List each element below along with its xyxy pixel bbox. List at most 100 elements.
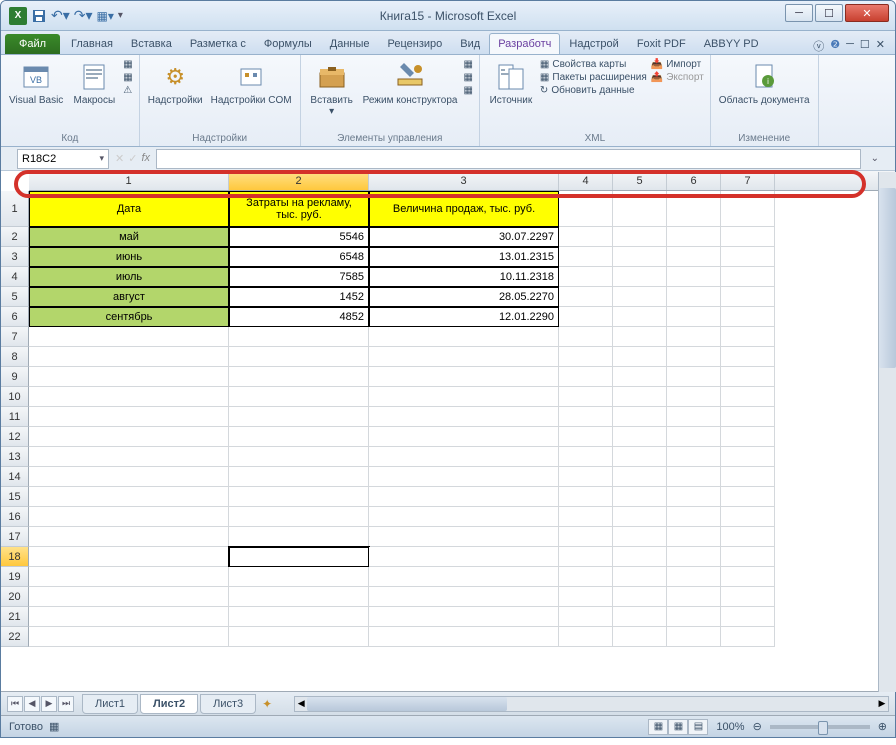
cell[interactable] bbox=[667, 247, 721, 267]
cell[interactable] bbox=[369, 407, 559, 427]
cell[interactable] bbox=[721, 587, 775, 607]
cell[interactable] bbox=[559, 427, 613, 447]
cell[interactable] bbox=[721, 567, 775, 587]
cell[interactable]: сентябрь bbox=[29, 307, 229, 327]
macro-security-icon[interactable]: ⚠ bbox=[123, 85, 132, 96]
cell[interactable] bbox=[369, 627, 559, 647]
tab-developer[interactable]: Разработч bbox=[489, 33, 560, 54]
cell[interactable] bbox=[229, 347, 369, 367]
cell[interactable] bbox=[369, 547, 559, 567]
cell[interactable] bbox=[559, 267, 613, 287]
cell[interactable] bbox=[667, 427, 721, 447]
cell[interactable] bbox=[229, 547, 369, 567]
cell[interactable] bbox=[369, 367, 559, 387]
enter-icon[interactable]: ✓ bbox=[128, 152, 137, 165]
column-header[interactable]: 6 bbox=[667, 171, 721, 190]
tab-formulas[interactable]: Формулы bbox=[255, 33, 321, 54]
name-box-dropdown-icon[interactable]: ▾ bbox=[99, 153, 104, 164]
cell[interactable] bbox=[229, 527, 369, 547]
cell[interactable]: июнь bbox=[29, 247, 229, 267]
sheet-tab[interactable]: Лист1 bbox=[82, 694, 138, 714]
column-header[interactable]: 7 bbox=[721, 171, 775, 190]
cell[interactable] bbox=[29, 367, 229, 387]
cell[interactable] bbox=[613, 567, 667, 587]
cell[interactable] bbox=[721, 227, 775, 247]
com-addins-button[interactable]: Надстройки COM bbox=[209, 59, 294, 108]
column-header[interactable]: 3 bbox=[369, 171, 559, 190]
cell[interactable] bbox=[29, 327, 229, 347]
tab-home[interactable]: Главная bbox=[62, 33, 122, 54]
row-header[interactable]: 20 bbox=[1, 587, 29, 607]
cell[interactable] bbox=[559, 327, 613, 347]
cell[interactable] bbox=[29, 407, 229, 427]
row-header[interactable]: 13 bbox=[1, 447, 29, 467]
visual-basic-button[interactable]: VB Visual Basic bbox=[7, 59, 65, 108]
tab-layout[interactable]: Разметка с bbox=[181, 33, 255, 54]
formula-bar[interactable] bbox=[156, 149, 861, 169]
cell[interactable] bbox=[721, 427, 775, 447]
cell[interactable] bbox=[29, 627, 229, 647]
cell[interactable] bbox=[369, 527, 559, 547]
cell[interactable] bbox=[369, 327, 559, 347]
row-header[interactable]: 19 bbox=[1, 567, 29, 587]
cell[interactable] bbox=[369, 427, 559, 447]
new-sheet-icon[interactable]: ✦ bbox=[262, 697, 272, 711]
cell[interactable] bbox=[559, 367, 613, 387]
row-header[interactable]: 2 bbox=[1, 227, 29, 247]
cell[interactable] bbox=[667, 387, 721, 407]
addins-button[interactable]: ⚙ Надстройки bbox=[146, 59, 205, 108]
cell[interactable] bbox=[559, 287, 613, 307]
macro-record-icon[interactable]: ▦ bbox=[49, 720, 59, 733]
cell[interactable] bbox=[721, 507, 775, 527]
cell[interactable]: август bbox=[29, 287, 229, 307]
row-header[interactable]: 9 bbox=[1, 367, 29, 387]
row-header[interactable]: 1 bbox=[1, 191, 29, 227]
row-header[interactable]: 17 bbox=[1, 527, 29, 547]
row-header[interactable]: 10 bbox=[1, 387, 29, 407]
cell[interactable] bbox=[667, 267, 721, 287]
cell[interactable] bbox=[29, 527, 229, 547]
cell[interactable] bbox=[667, 327, 721, 347]
row-header[interactable]: 6 bbox=[1, 307, 29, 327]
cell[interactable]: 6548 bbox=[229, 247, 369, 267]
cell[interactable] bbox=[721, 527, 775, 547]
cell[interactable] bbox=[613, 287, 667, 307]
last-sheet-icon[interactable]: ⏭ bbox=[58, 696, 74, 712]
cell[interactable] bbox=[369, 587, 559, 607]
cell[interactable] bbox=[559, 607, 613, 627]
qat-item-icon[interactable]: ▦▾ bbox=[97, 9, 114, 23]
column-header[interactable]: 5 bbox=[613, 171, 667, 190]
column-header[interactable]: 2 bbox=[229, 171, 369, 190]
name-box[interactable]: R18C2 ▾ bbox=[17, 149, 109, 169]
cell[interactable] bbox=[369, 447, 559, 467]
cell[interactable] bbox=[667, 407, 721, 427]
cell[interactable] bbox=[229, 387, 369, 407]
document-panel-button[interactable]: i Область документа bbox=[717, 59, 812, 108]
cell[interactable]: 10.11.2318 bbox=[369, 267, 559, 287]
expand-formula-bar-icon[interactable]: ⌄ bbox=[871, 153, 879, 164]
view-code-icon[interactable]: ▦ bbox=[463, 72, 472, 83]
cell[interactable] bbox=[721, 267, 775, 287]
use-relative-icon[interactable]: ▦ bbox=[123, 72, 132, 83]
cell[interactable] bbox=[721, 407, 775, 427]
workbook-min-icon[interactable]: ─ bbox=[846, 38, 854, 54]
tab-insert[interactable]: Вставка bbox=[122, 33, 181, 54]
column-header[interactable]: 4 bbox=[559, 171, 613, 190]
import-button[interactable]: 📥 Импорт bbox=[651, 59, 704, 70]
row-header[interactable]: 8 bbox=[1, 347, 29, 367]
cell[interactable] bbox=[369, 507, 559, 527]
cell[interactable] bbox=[667, 527, 721, 547]
cell[interactable] bbox=[667, 487, 721, 507]
row-header[interactable]: 14 bbox=[1, 467, 29, 487]
next-sheet-icon[interactable]: ▶ bbox=[41, 696, 57, 712]
cell[interactable] bbox=[613, 191, 667, 227]
page-layout-view-icon[interactable]: ▦ bbox=[668, 719, 688, 735]
column-header[interactable]: 1 bbox=[29, 171, 229, 190]
qat-dropdown-icon[interactable]: ▾ bbox=[118, 10, 123, 21]
row-header[interactable]: 11 bbox=[1, 407, 29, 427]
workbook-restore-icon[interactable]: ☐ bbox=[860, 38, 870, 54]
page-break-view-icon[interactable]: ▤ bbox=[688, 719, 708, 735]
cell[interactable] bbox=[229, 407, 369, 427]
cell[interactable] bbox=[721, 467, 775, 487]
zoom-level[interactable]: 100% bbox=[716, 721, 744, 733]
